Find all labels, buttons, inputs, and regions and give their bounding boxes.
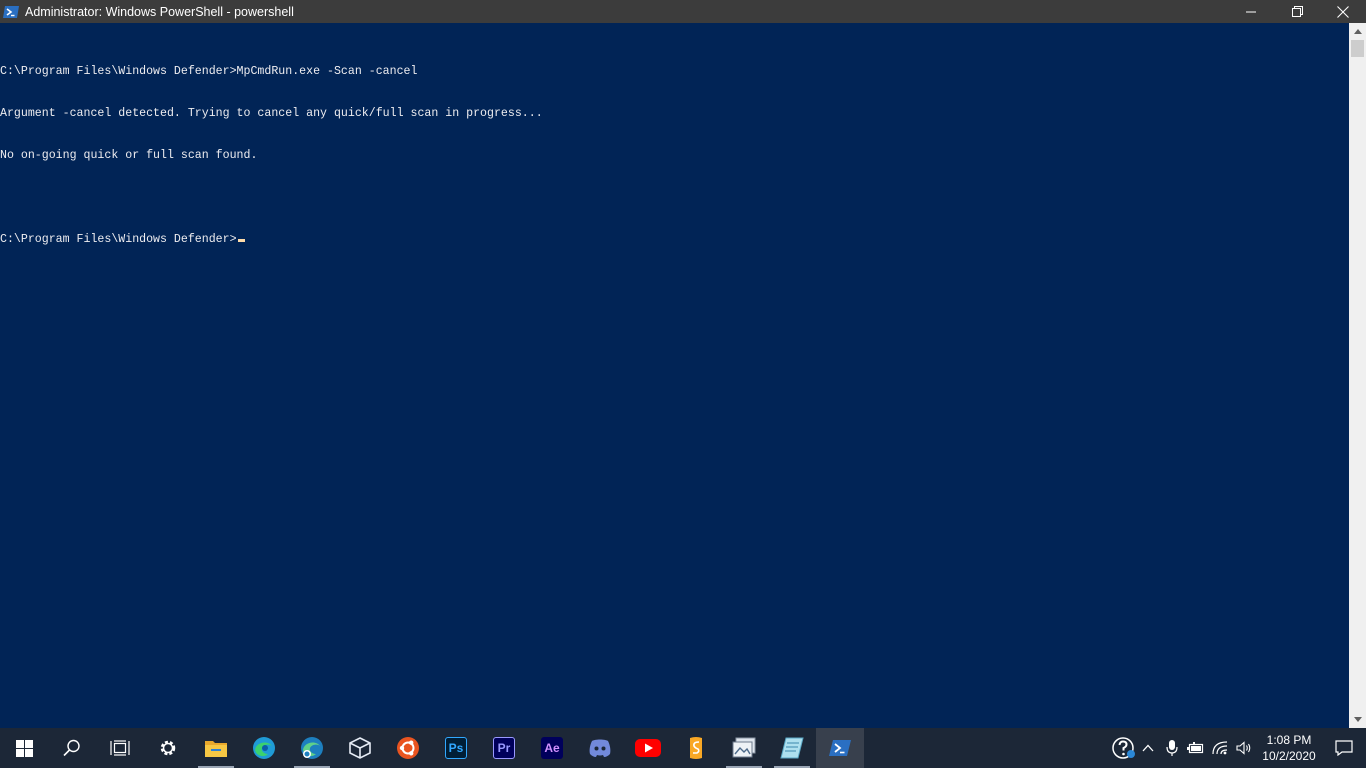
photos-button[interactable] (720, 728, 768, 768)
task-view-icon (110, 740, 130, 756)
battery-icon (1187, 742, 1204, 754)
clock-time: 1:08 PM (1266, 733, 1312, 747)
edge-button[interactable] (240, 728, 288, 768)
console-prompt-line: C:\Program Files\Windows Defender> (0, 233, 1349, 247)
minimize-button[interactable] (1228, 0, 1274, 23)
action-center-button[interactable] (1322, 728, 1366, 768)
photoshop-icon: Ps (445, 737, 467, 759)
photoshop-button[interactable]: Ps (432, 728, 480, 768)
discord-button[interactable] (576, 728, 624, 768)
notes-button[interactable] (768, 728, 816, 768)
premiere-icon: Pr (493, 737, 515, 759)
scroll-up-button[interactable] (1349, 23, 1366, 40)
folder-icon (205, 741, 227, 757)
console-output[interactable]: C:\Program Files\Windows Defender>MpCmdR… (0, 23, 1349, 728)
after-effects-button[interactable]: Ae (528, 728, 576, 768)
premiere-button[interactable]: Pr (480, 728, 528, 768)
powershell-window: Administrator: Windows PowerShell - powe… (0, 0, 1366, 728)
after-effects-icon: Ae (541, 737, 563, 759)
sublime-button[interactable] (672, 728, 720, 768)
show-hidden-icons-button[interactable] (1136, 728, 1160, 768)
close-button[interactable] (1320, 0, 1366, 23)
console-line: No on-going quick or full scan found. (0, 149, 258, 162)
microphone-icon (1166, 740, 1178, 756)
restore-icon (1291, 6, 1303, 17)
clock[interactable]: 1:08 PM 10/2/2020 (1256, 728, 1322, 768)
notes-icon (780, 737, 804, 759)
search-icon (63, 739, 80, 757)
sublime-icon (690, 737, 702, 759)
chevron-up-icon (1142, 744, 1154, 752)
chevron-up-icon (1353, 29, 1362, 34)
text-cursor (237, 239, 245, 242)
edge-icon (253, 737, 275, 759)
start-button[interactable] (0, 728, 48, 768)
edge-beta-button[interactable] (288, 728, 336, 768)
microphone-tray-button[interactable] (1160, 728, 1184, 768)
vertical-scrollbar[interactable] (1349, 23, 1366, 728)
console-prompt: C:\Program Files\Windows Defender> (0, 233, 237, 246)
task-view-button[interactable] (96, 728, 144, 768)
system-tray: 1:08 PM 10/2/2020 (1112, 728, 1366, 768)
ubuntu-icon (397, 737, 419, 759)
window-title: Administrator: Windows PowerShell - powe… (25, 4, 294, 19)
restore-button[interactable] (1274, 0, 1320, 23)
file-explorer-button[interactable] (192, 728, 240, 768)
wifi-tray-button[interactable] (1208, 728, 1232, 768)
volume-tray-button[interactable] (1232, 728, 1256, 768)
window-controls (1228, 0, 1366, 23)
windows-logo-icon (15, 739, 33, 757)
powershell-icon (3, 4, 19, 20)
speaker-icon (1236, 741, 1251, 755)
scrollbar-thumb[interactable] (1351, 40, 1364, 57)
photos-icon (732, 737, 756, 758)
scroll-down-button[interactable] (1349, 711, 1366, 728)
discord-icon (589, 739, 611, 757)
cube-icon (349, 737, 371, 759)
edge-beta-icon (301, 737, 323, 759)
console-line: Argument -cancel detected. Trying to can… (0, 107, 543, 120)
help-icon (1112, 737, 1135, 759)
chevron-down-icon (1353, 717, 1362, 722)
notification-icon (1335, 740, 1353, 756)
clock-date: 10/2/2020 (1262, 749, 1316, 763)
close-icon (1337, 5, 1349, 18)
console-line: C:\Program Files\Windows Defender>MpCmdR… (0, 65, 418, 78)
search-button[interactable] (48, 728, 96, 768)
virtualbox-button[interactable] (336, 728, 384, 768)
title-bar[interactable]: Administrator: Windows PowerShell - powe… (0, 0, 1366, 23)
powershell-icon (829, 740, 851, 756)
wifi-icon (1212, 741, 1228, 755)
ubuntu-button[interactable] (384, 728, 432, 768)
youtube-icon (635, 739, 661, 757)
taskbar: Ps Pr Ae 1:08 PM 10/2/2020 (0, 728, 1366, 768)
powershell-button[interactable] (816, 728, 864, 768)
minimize-icon (1246, 11, 1256, 12)
gear-icon (160, 740, 176, 756)
battery-tray-button[interactable] (1184, 728, 1208, 768)
settings-button[interactable] (144, 728, 192, 768)
help-tray-button[interactable] (1112, 728, 1136, 768)
youtube-button[interactable] (624, 728, 672, 768)
